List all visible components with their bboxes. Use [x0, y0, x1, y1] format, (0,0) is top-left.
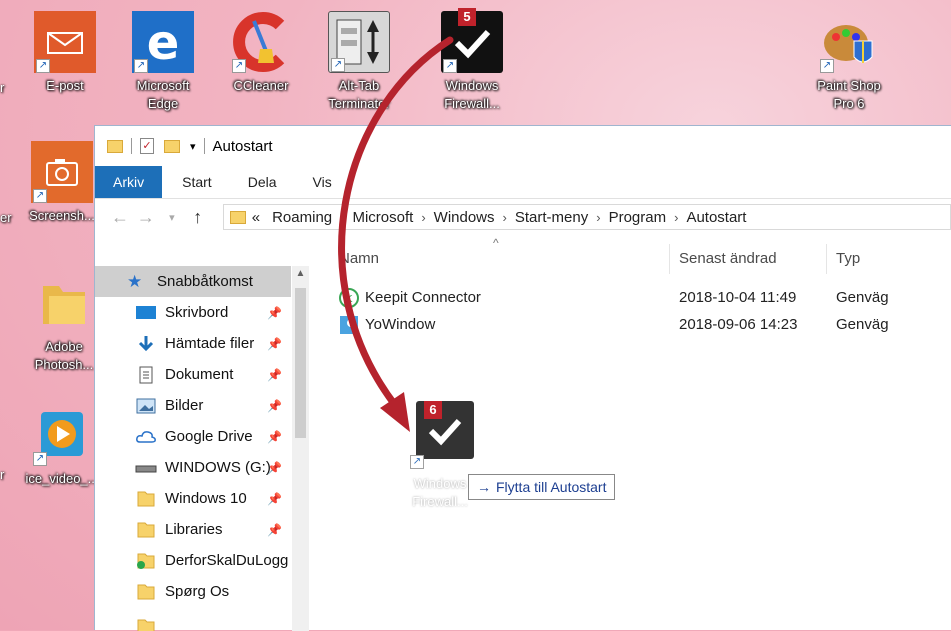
- drag-tooltip-text: Flytta till Autostart: [496, 479, 606, 495]
- arrow-right-icon: →: [477, 479, 491, 495]
- shortcut-arrow-icon: ↗: [410, 455, 424, 469]
- dragged-icon-label: Windows Firewall...: [408, 475, 472, 511]
- step-badge: 6: [424, 401, 442, 419]
- drag-arrow-annotation: [0, 0, 951, 630]
- drag-tooltip: → Flytta till Autostart: [468, 474, 615, 500]
